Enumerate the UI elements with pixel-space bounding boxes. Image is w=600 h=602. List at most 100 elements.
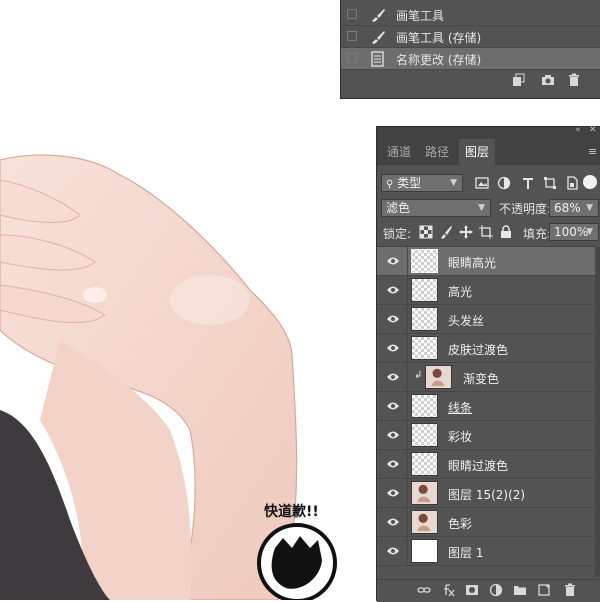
- adjustment-icon[interactable]: [489, 583, 503, 597]
- panel-menu-icon[interactable]: ≡: [588, 145, 597, 158]
- layer-row[interactable]: 头发丝: [377, 305, 595, 334]
- lock-position-icon[interactable]: [459, 225, 473, 239]
- chevron-down-icon: ▼: [586, 227, 593, 237]
- fx-icon[interactable]: [441, 583, 455, 597]
- layers-panel: « ✕ 通道 路径 图层 ≡ ⚲ 类型 ▼ 滤色 ▼ 不透明度: 68% ▼ 锁…: [376, 125, 600, 602]
- lock-label: 锁定:: [383, 227, 412, 241]
- eye-icon[interactable]: [386, 372, 400, 382]
- layer-row[interactable]: 色彩: [377, 508, 595, 537]
- eye-icon[interactable]: [386, 285, 400, 295]
- history-item[interactable]: 画笔工具 (存储): [341, 26, 600, 48]
- eye-icon[interactable]: [386, 459, 400, 469]
- trash-icon[interactable]: [563, 583, 577, 597]
- filter-label: 类型: [397, 176, 422, 190]
- eye-icon[interactable]: [386, 546, 400, 556]
- layer-row[interactable]: 图层 15(2)(2): [377, 479, 595, 508]
- history-item-label: 名称更改 (存储): [396, 53, 482, 67]
- lock-artboard-icon[interactable]: [479, 225, 493, 239]
- divider: [407, 421, 408, 449]
- layer-name[interactable]: 高光: [448, 283, 472, 300]
- tab-layers[interactable]: 图层: [459, 139, 496, 165]
- camera-icon[interactable]: [541, 73, 555, 87]
- blend-mode-value: 滤色: [386, 201, 411, 215]
- fill-field[interactable]: 100% ▼: [549, 223, 599, 241]
- lock-image-pixels-icon[interactable]: [439, 225, 453, 239]
- adjustment-filter-icon[interactable]: [497, 176, 511, 190]
- history-checkbox[interactable]: [347, 9, 357, 19]
- layer-thumbnail: [411, 278, 438, 302]
- new-document-from-state-icon[interactable]: [511, 73, 525, 87]
- divider: [407, 363, 408, 391]
- layer-name[interactable]: 眼睛过渡色: [448, 457, 508, 474]
- layer-name[interactable]: 图层 15(2)(2): [448, 486, 525, 503]
- layer-thumbnail: [411, 510, 438, 534]
- smart-object-filter-icon[interactable]: [565, 176, 579, 190]
- layer-name[interactable]: 色彩: [448, 515, 472, 532]
- layer-name[interactable]: 彩妆: [448, 428, 472, 445]
- search-icon: ⚲: [386, 179, 394, 190]
- lock-transparent-pixels-icon[interactable]: [419, 225, 433, 239]
- layer-row[interactable]: 眼睛过渡色: [377, 450, 595, 479]
- history-item[interactable]: 画笔工具: [341, 4, 600, 26]
- eye-icon[interactable]: [386, 401, 400, 411]
- layer-row[interactable]: 眼睛高光: [377, 247, 595, 276]
- layer-row[interactable]: 彩妆: [377, 421, 595, 450]
- layer-thumbnail: [411, 481, 438, 505]
- panel-tabs: 通道 路径 图层 ≡: [377, 139, 600, 165]
- figure-thumbnail-icon: [417, 484, 431, 503]
- filter-toggle[interactable]: [583, 175, 597, 189]
- divider: [407, 392, 408, 420]
- history-item-label: 画笔工具 (存储): [396, 31, 482, 45]
- fill-label: 填充:: [523, 227, 552, 241]
- layer-row[interactable]: 皮肤过渡色: [377, 334, 595, 363]
- layer-thumbnail: [411, 336, 438, 360]
- close-icon[interactable]: ✕: [589, 125, 597, 135]
- layer-thumbnail: [411, 394, 438, 418]
- layer-name[interactable]: 头发丝: [448, 312, 484, 329]
- opacity-field[interactable]: 68% ▼: [549, 199, 599, 217]
- layer-name[interactable]: 渐变色: [463, 370, 499, 387]
- divider: [407, 537, 408, 565]
- eye-icon[interactable]: [386, 517, 400, 527]
- layer-thumbnail: [411, 423, 438, 447]
- eye-icon[interactable]: [386, 343, 400, 353]
- link-icon[interactable]: [417, 583, 431, 597]
- eye-icon[interactable]: [386, 256, 400, 266]
- layer-name[interactable]: 眼睛高光: [448, 254, 496, 271]
- figure-thumbnail-icon: [431, 368, 445, 387]
- history-item[interactable]: 名称更改 (存储): [341, 48, 600, 70]
- mask-icon[interactable]: [465, 583, 479, 597]
- new-layer-icon[interactable]: [537, 583, 551, 597]
- layer-row[interactable]: ↲ 渐变色: [377, 363, 595, 392]
- layer-name[interactable]: 线条: [448, 399, 472, 416]
- layer-row[interactable]: 线条: [377, 392, 595, 421]
- figure-thumbnail-icon: [417, 513, 431, 532]
- divider: [407, 479, 408, 507]
- highlight-shape: [170, 275, 250, 325]
- history-checkbox[interactable]: [347, 53, 357, 63]
- shape-filter-icon[interactable]: [543, 176, 557, 190]
- layer-row[interactable]: 图层 1: [377, 537, 595, 566]
- collapse-icon[interactable]: «: [575, 125, 581, 135]
- divider: [407, 334, 408, 362]
- folder-icon[interactable]: [513, 583, 527, 597]
- tab-channels[interactable]: 通道: [381, 139, 417, 165]
- blend-mode-dropdown[interactable]: 滤色 ▼: [381, 199, 491, 217]
- tab-paths[interactable]: 路径: [419, 139, 455, 165]
- chevron-down-icon: ▼: [478, 203, 485, 213]
- eye-icon[interactable]: [386, 314, 400, 324]
- type-filter-icon[interactable]: [521, 176, 535, 190]
- history-panel: 画笔工具 画笔工具 (存储) 名称更改 (存储): [340, 0, 600, 99]
- eye-icon[interactable]: [386, 430, 400, 440]
- layer-row[interactable]: 高光: [377, 276, 595, 305]
- image-filter-icon[interactable]: [475, 176, 489, 190]
- history-checkbox[interactable]: [347, 31, 357, 41]
- panel-title-bar[interactable]: « ✕: [377, 125, 600, 139]
- lock-all-icon[interactable]: [499, 225, 513, 239]
- layer-list-scrollbar[interactable]: [595, 247, 600, 577]
- eye-icon[interactable]: [386, 488, 400, 498]
- trash-icon[interactable]: [567, 73, 581, 87]
- layer-name[interactable]: 图层 1: [448, 544, 483, 561]
- layer-name[interactable]: 皮肤过渡色: [448, 341, 508, 358]
- layer-filter-dropdown[interactable]: ⚲ 类型 ▼: [381, 174, 463, 192]
